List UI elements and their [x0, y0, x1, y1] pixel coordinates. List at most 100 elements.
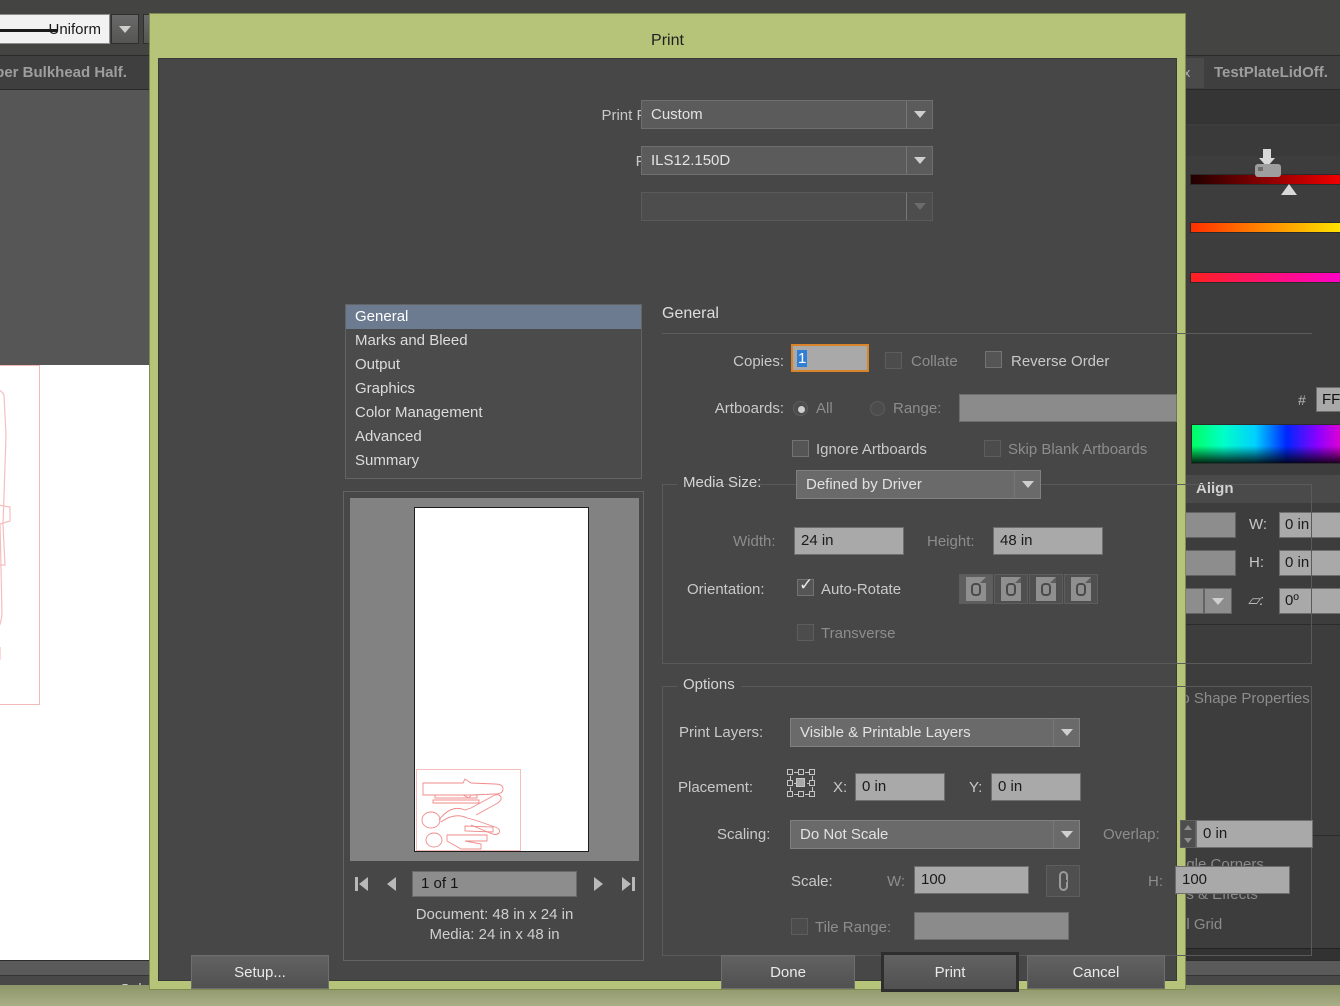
artboards-all-radio[interactable]	[793, 401, 808, 416]
panel-tab-strip	[1186, 90, 1340, 124]
print-layers-label: Print Layers:	[679, 724, 764, 741]
placement-y-input[interactable]: 0 in	[991, 773, 1081, 801]
ppd-select	[641, 192, 933, 221]
chevron-down-icon[interactable]	[1053, 719, 1079, 746]
chevron-down-icon	[906, 193, 932, 220]
last-page-icon[interactable]	[619, 874, 637, 894]
media-height-input[interactable]: 48 in	[993, 527, 1103, 555]
chevron-down-icon[interactable]	[1053, 821, 1079, 848]
scale-width-label: W:	[887, 873, 906, 890]
orientation-label: Orientation:	[687, 581, 765, 598]
portrait-down-icon[interactable]	[1029, 574, 1063, 604]
overlap-label: Overlap:	[1103, 826, 1160, 843]
color-spectrum-bar[interactable]	[1191, 424, 1340, 464]
media-width-input[interactable]: 24 in	[794, 527, 904, 555]
copies-label: Copies:	[733, 353, 784, 370]
media-size-label: Media: 24 in x 48 in	[429, 926, 560, 943]
skip-blank-artboards-checkbox[interactable]	[984, 440, 1001, 457]
preview-size-info: Document: 48 in x 24 in Media: 24 in x 4…	[350, 906, 639, 946]
hex-color-input[interactable]: FF	[1316, 387, 1340, 412]
auto-rotate-checkbox[interactable]	[797, 575, 814, 596]
landscape-right-icon[interactable]	[1064, 574, 1098, 604]
artboards-range-radio[interactable]	[870, 401, 885, 416]
artboards-label: Artboards:	[714, 400, 784, 417]
copies-value: 1	[797, 350, 808, 367]
cancel-button[interactable]: Cancel	[1027, 955, 1165, 989]
stroke-profile-dropdown-button[interactable]	[111, 14, 139, 44]
print-preset-select[interactable]: Custom	[641, 100, 933, 129]
media-size-group: Media Size: Defined by Driver Width: 24 …	[662, 470, 1312, 664]
copies-input[interactable]: 1	[791, 344, 869, 372]
save-preset-icon[interactable]	[1254, 149, 1282, 177]
tile-range-checkbox[interactable]	[791, 918, 808, 935]
sidebar-item-general[interactable]: General	[346, 305, 641, 329]
hex-color-row: # FF	[1186, 385, 1340, 417]
reverse-order-label: Reverse Order	[1011, 353, 1110, 370]
scale-height-input[interactable]: 100	[1175, 866, 1290, 894]
artboards-range-label: Range:	[893, 400, 942, 417]
placement-anchor-grid-icon[interactable]	[787, 769, 817, 799]
scaling-select[interactable]: Do Not Scale	[790, 820, 1080, 849]
tile-range-input[interactable]	[914, 912, 1069, 940]
placement-label: Placement:	[678, 779, 754, 796]
color-slider-green[interactable]	[1186, 214, 1340, 260]
artboards-all-label: All	[816, 400, 833, 417]
preview-artwork-bounds	[416, 769, 521, 851]
first-page-icon[interactable]	[352, 874, 370, 894]
chevron-down-icon[interactable]	[1014, 471, 1040, 498]
green-gradient-bar	[1190, 222, 1340, 233]
sidebar-item-marks-and-bleed[interactable]: Marks and Bleed	[346, 329, 641, 353]
transverse-label: Transverse	[821, 625, 896, 642]
reverse-order-checkbox[interactable]	[985, 351, 1002, 368]
transverse-checkbox[interactable]	[797, 624, 814, 641]
ignore-artboards-checkbox[interactable]	[792, 440, 809, 457]
stepper-down-icon	[1184, 838, 1192, 843]
print-button[interactable]: Print	[881, 952, 1019, 992]
placement-x-input[interactable]: 0 in	[855, 773, 945, 801]
dialog-title: Print	[651, 32, 684, 49]
media-width-label: Width:	[733, 533, 776, 550]
printer-value: ILS12.150D	[651, 152, 731, 169]
done-button[interactable]: Done	[721, 955, 855, 989]
sidebar-item-summary[interactable]: Summary	[346, 449, 641, 473]
artboard-canvas[interactable]	[0, 90, 153, 960]
print-dialog: Print Print Preset: Custom Printer: ILS1…	[150, 14, 1313, 992]
overlap-stepper[interactable]	[1180, 820, 1196, 848]
link-scale-icon[interactable]	[1046, 865, 1080, 897]
print-preset-value: Custom	[651, 106, 703, 123]
overlap-input[interactable]: 0 in	[1196, 820, 1313, 848]
printer-select[interactable]: ILS12.150D	[641, 146, 933, 175]
setup-button[interactable]: Setup...	[191, 955, 329, 989]
scale-width-input[interactable]: 100	[914, 866, 1029, 894]
color-slider-blue[interactable]	[1186, 264, 1340, 310]
chevron-down-icon[interactable]	[906, 101, 932, 128]
portrait-up-icon[interactable]	[959, 574, 993, 604]
hex-symbol-label: #	[1298, 392, 1306, 408]
stroke-profile-select[interactable]: Uniform	[0, 14, 110, 44]
artboards-range-input[interactable]	[959, 394, 1177, 422]
red-slider-thumb[interactable]	[1281, 184, 1297, 195]
document-tab-left[interactable]: pper Bulkhead Half.	[0, 64, 127, 81]
media-height-label: Height:	[927, 533, 975, 550]
orientation-button-group[interactable]	[959, 574, 1098, 604]
scaling-value: Do Not Scale	[800, 826, 889, 843]
print-layers-select[interactable]: Visible & Printable Layers	[790, 718, 1080, 747]
chevron-down-icon[interactable]	[906, 147, 932, 174]
sidebar-item-advanced[interactable]: Advanced	[346, 425, 641, 449]
media-size-select[interactable]: Defined by Driver	[796, 470, 1041, 499]
dialog-body: Print Preset: Custom Printer: ILS12.150D…	[158, 58, 1313, 992]
collate-checkbox[interactable]	[885, 352, 902, 369]
landscape-left-icon[interactable]	[994, 574, 1028, 604]
section-nav-list[interactable]: General Marks and Bleed Output Graphics …	[345, 304, 642, 479]
skip-blank-artboards-label: Skip Blank Artboards	[1008, 441, 1148, 458]
next-page-icon[interactable]	[589, 874, 607, 894]
previous-page-icon[interactable]	[382, 874, 400, 894]
auto-rotate-label: Auto-Rotate	[821, 581, 902, 598]
placement-x-label: X:	[833, 779, 848, 796]
print-preview-panel: 1 of 1 Document: 48 in x 24 in Media: 24…	[343, 491, 644, 961]
chevron-down-icon	[119, 25, 131, 33]
document-tab-right[interactable]: TestPlateLidOff.	[1214, 64, 1328, 81]
sidebar-item-graphics[interactable]: Graphics	[346, 377, 641, 401]
page-number-field[interactable]: 1 of 1	[412, 871, 577, 897]
preview-canvas[interactable]	[350, 498, 639, 861]
